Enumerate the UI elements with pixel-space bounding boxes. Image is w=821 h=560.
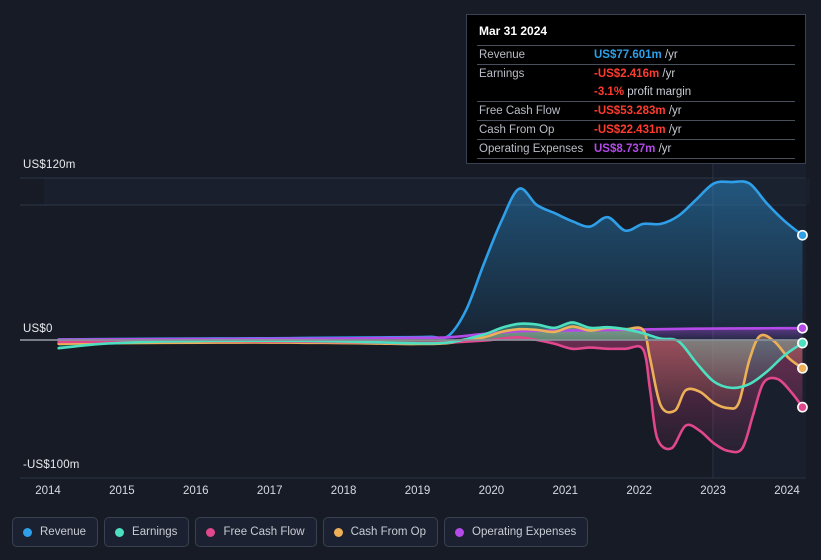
legend-color-dot-icon (333, 527, 343, 537)
tooltip-row-number: US$77.601m (594, 49, 662, 61)
legend-item-label: Cash From Op (350, 526, 427, 538)
x-axis-tick-2017: 2017 (256, 485, 283, 497)
endpoint-marker-operating-expenses[interactable] (797, 322, 808, 334)
tooltip-row-unit: profit margin (627, 86, 692, 98)
endpoint-marker-revenue[interactable] (797, 229, 808, 241)
legend-item-free-cash-flow[interactable]: Free Cash Flow (195, 517, 317, 547)
y-axis-label-bottom: -US$100m (23, 459, 80, 471)
legend-color-dot-icon (206, 527, 216, 537)
x-axis-tick-2021: 2021 (552, 485, 579, 497)
tooltip-row-number: US$8.737m (594, 143, 656, 155)
tooltip-row-label: Earnings (477, 64, 592, 83)
tooltip-row-label: Free Cash Flow (477, 101, 592, 121)
data-tooltip: Mar 31 2024 Revenue US$77.601m /yr Earning… (466, 14, 806, 164)
legend-color-dot-icon (115, 527, 125, 537)
tooltip-row-value: US$77.601m /yr (592, 45, 795, 65)
endpoint-marker-cash-from-op[interactable] (797, 362, 808, 374)
legend-item-cash-from-op[interactable]: Cash From Op (322, 517, 439, 547)
tooltip-row-value: -US$2.416m /yr (592, 64, 795, 83)
x-axis-tick-2023: 2023 (700, 485, 726, 497)
x-axis-tick-2022: 2022 (626, 485, 652, 497)
tooltip-row-label (477, 83, 592, 102)
tooltip-row: Operating Expenses US$8.737m /yr (477, 139, 795, 159)
tooltip-row-unit: /yr (658, 143, 672, 155)
x-axis-tick-2019: 2019 (404, 485, 431, 497)
endpoint-marker-free-cash-flow[interactable] (797, 401, 808, 413)
tooltip-row: -3.1% profit margin (477, 83, 795, 102)
series-group (57, 180, 804, 454)
x-axis-tick-2018: 2018 (330, 485, 357, 497)
tooltip-row-number: -3.1% (594, 86, 625, 98)
tooltip-row-label: Operating Expenses (477, 139, 592, 159)
y-axis-label-top: US$120m (23, 159, 76, 171)
x-axis-tick-2015: 2015 (109, 485, 135, 497)
legend-color-dot-icon (23, 527, 32, 537)
tooltip-row-label: Cash From Op (477, 120, 592, 140)
tooltip-row: Cash From Op -US$22.431m /yr (477, 120, 795, 140)
legend-item-label: Earnings (132, 526, 178, 538)
legend-item-revenue[interactable]: Revenue (12, 517, 99, 547)
legend-item-label: Free Cash Flow (223, 526, 305, 538)
tooltip-row-label: Revenue (477, 45, 592, 65)
tooltip-row-value: US$8.737m /yr (592, 139, 795, 159)
financial-chart: US$120m US$0 -US$100m 2014 2015 2016 2017 20… (0, 0, 821, 560)
tooltip-title: Mar 31 2024 (479, 24, 548, 38)
x-axis-tick-2014: 2014 (35, 485, 61, 497)
tooltip-row-unit: /yr (662, 68, 676, 80)
legend-item-operating-expenses[interactable]: Operating Expenses (444, 517, 589, 547)
legend-color-dot-icon (455, 527, 465, 537)
tooltip-row-unit: /yr (664, 49, 678, 61)
tooltip-row-number: -US$2.416m (594, 68, 660, 80)
chart-legend[interactable]: Revenue Earnings Free Cash Flow Cash From O… (12, 517, 589, 547)
tooltip-row: Free Cash Flow -US$53.283m /yr (477, 101, 795, 121)
x-axis: 2014 2015 2016 2017 2018 2019 2020 2021 2022 2023… (0, 485, 821, 503)
tooltip-row: Revenue US$77.601m /yr (477, 45, 795, 65)
tooltip-row-value: -US$22.431m /yr (592, 120, 795, 140)
x-axis-tick-2024: 2024 (774, 485, 800, 497)
legend-item-earnings[interactable]: Earnings (104, 517, 190, 547)
tooltip-row-number: -US$53.283m (594, 105, 666, 117)
x-axis-tick-2020: 2020 (478, 485, 505, 497)
y-axis-label-zero: US$0 (23, 323, 53, 335)
tooltip-table: Revenue US$77.601m /yr Earnings -US$2.416m … (477, 45, 795, 159)
tooltip-row-value: -3.1% profit margin (592, 83, 795, 102)
tooltip-row-number: -US$22.431m (594, 124, 666, 136)
legend-item-label: Operating Expenses (472, 526, 577, 538)
legend-item-label: Revenue (40, 526, 87, 538)
endpoint-marker-earnings[interactable] (797, 337, 808, 349)
tooltip-row-unit: /yr (668, 124, 682, 136)
x-axis-tick-2016: 2016 (183, 485, 209, 497)
tooltip-row-value: -US$53.283m /yr (592, 101, 795, 121)
tooltip-row: Earnings -US$2.416m /yr (477, 64, 795, 83)
tooltip-row-unit: /yr (668, 105, 682, 117)
